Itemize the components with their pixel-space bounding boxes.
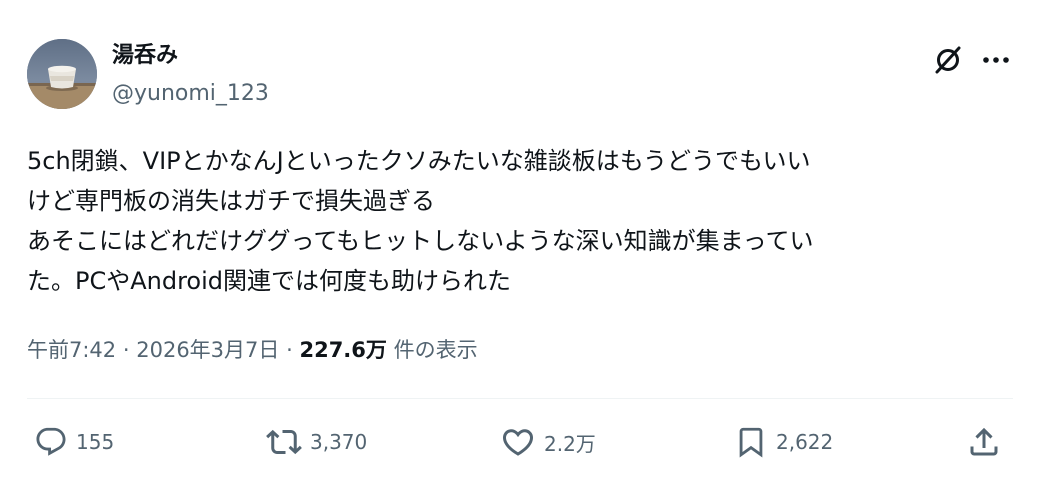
repost-button[interactable]: 3,370	[266, 418, 367, 466]
post-text: 5ch閉鎖、VIPとかなんJといったクソみたいな雑談板はもうどうでもいい けど専…	[27, 141, 1027, 301]
like-count: 2.2万	[544, 431, 596, 456]
teacup-photo-avatar-icon	[27, 39, 97, 109]
views-label[interactable]: 件の表示	[394, 338, 478, 362]
user-handle[interactable]: @yunomi_123	[112, 80, 269, 108]
post: 湯呑み @yunomi_123 5ch閉鎖、VIPとかなんJといったクソみたいな…	[0, 0, 1040, 480]
grok-icon	[935, 46, 961, 74]
bookmark-count: 2,622	[776, 430, 834, 454]
avatar[interactable]	[27, 39, 97, 109]
action-bar: 155 3,370 2.2万 2,622	[0, 418, 1040, 466]
post-text-line: 5ch閉鎖、VIPとかなんJといったクソみたいな雑談板はもうどうでもいい	[27, 147, 811, 175]
reply-button[interactable]: 155	[34, 418, 114, 466]
meta-separator: ·	[122, 338, 130, 362]
bookmark-button[interactable]: 2,622	[734, 418, 833, 466]
more-options-button[interactable]	[976, 40, 1016, 80]
reply-count: 155	[76, 430, 115, 454]
display-name[interactable]: 湯呑み	[112, 42, 178, 70]
divider	[27, 398, 1013, 399]
more-horizontal-icon	[983, 57, 1009, 63]
post-text-line: あそこにはどれだけググってもヒットしないような深い知識が集まってい	[27, 227, 814, 255]
views-count[interactable]: 227.6万	[299, 338, 386, 362]
heart-icon	[502, 429, 534, 456]
share-button[interactable]	[966, 418, 1002, 466]
repost-icon	[266, 429, 302, 455]
repost-count: 3,370	[310, 430, 368, 454]
post-text-line: けど専門板の消失はガチで損失過ぎる	[27, 187, 435, 215]
post-text-line: た。PCやAndroid関連では何度も助けられた	[27, 267, 512, 295]
reply-icon	[36, 427, 66, 456]
post-date[interactable]: 2026年3月7日	[136, 338, 279, 362]
post-time[interactable]: 午前7:42	[27, 338, 116, 362]
grok-button[interactable]	[928, 40, 968, 80]
share-icon	[970, 427, 998, 456]
bookmark-icon	[739, 427, 763, 458]
post-meta: 午前7:42 · 2026年3月7日 · 227.6万 件の表示	[27, 335, 478, 365]
meta-separator: ·	[286, 338, 293, 362]
like-button[interactable]: 2.2万	[500, 418, 596, 466]
